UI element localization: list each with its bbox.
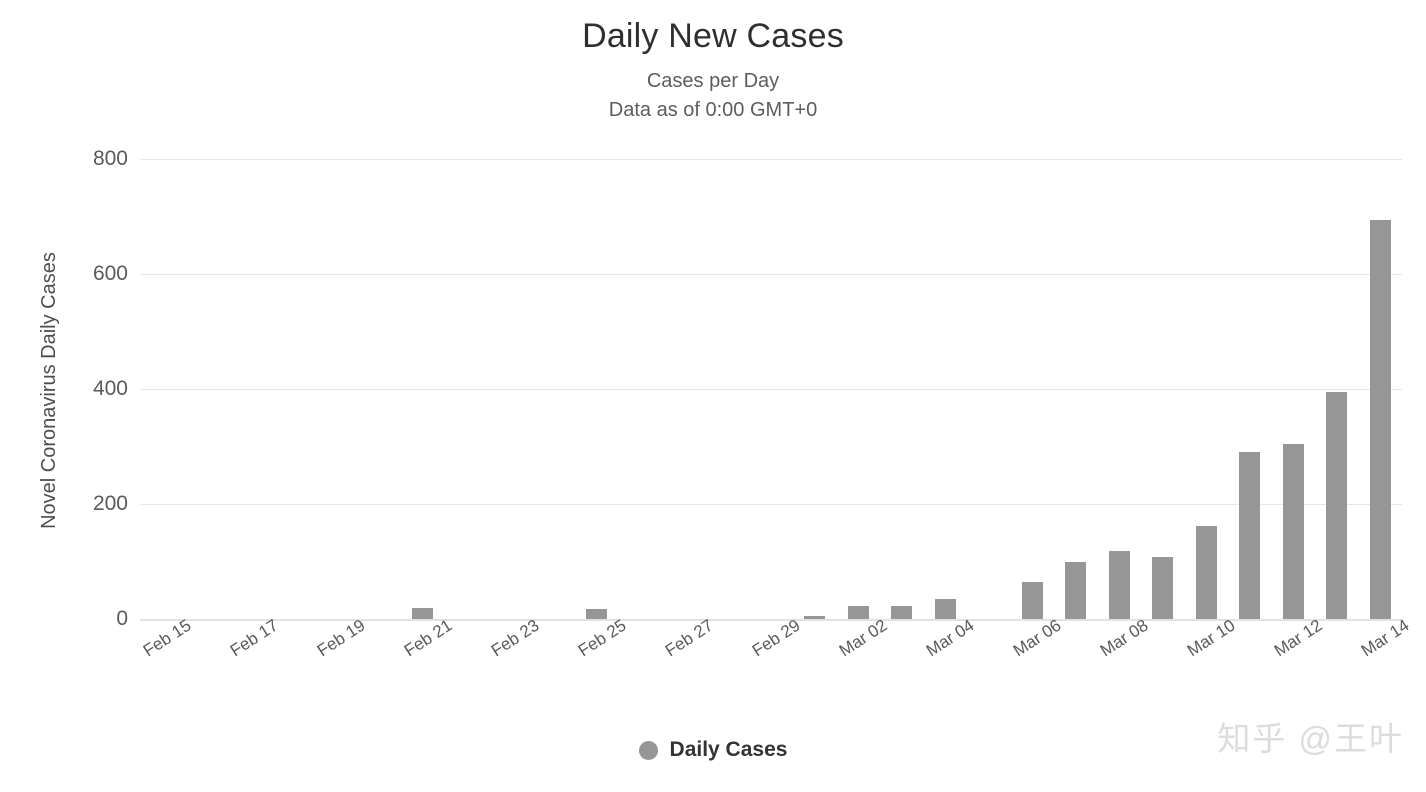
legend-item-label[interactable]: Daily Cases — [670, 738, 788, 762]
x-tick-label: Feb 21 — [401, 616, 456, 662]
x-tick-label: Mar 06 — [1010, 616, 1065, 662]
watermark: 知乎 @王叶 — [1217, 712, 1404, 760]
x-tick-label: Feb 25 — [575, 616, 630, 662]
x-tick-label: Mar 04 — [923, 616, 978, 662]
x-tick-label: Mar 02 — [836, 616, 891, 662]
x-axis-ticks: Feb 15 Feb 17 Feb 19 Feb 21 Feb 23 Feb 25 Feb … — [0, 0, 1426, 792]
x-tick-label: Feb 29 — [749, 616, 804, 662]
daily-new-cases-chart: Daily New Cases Cases per Day Data as of… — [0, 0, 1426, 792]
x-tick-label: Feb 27 — [662, 616, 717, 662]
x-tick-label: Mar 08 — [1097, 616, 1152, 662]
x-tick-label: Feb 15 — [140, 616, 195, 662]
chart-legend[interactable]: Daily Cases — [0, 738, 1426, 762]
circle-marker-icon — [639, 741, 658, 760]
x-tick-label: Mar 14 — [1358, 616, 1413, 662]
x-tick-label: Mar 10 — [1184, 616, 1239, 662]
x-tick-label: Feb 19 — [314, 616, 369, 662]
x-tick-label: Feb 23 — [488, 616, 543, 662]
plot-area: Novel Coronavirus Daily Cases 0200400600… — [0, 0, 1426, 792]
x-tick-label: Mar 12 — [1271, 616, 1326, 662]
x-tick-label: Feb 17 — [227, 616, 282, 662]
